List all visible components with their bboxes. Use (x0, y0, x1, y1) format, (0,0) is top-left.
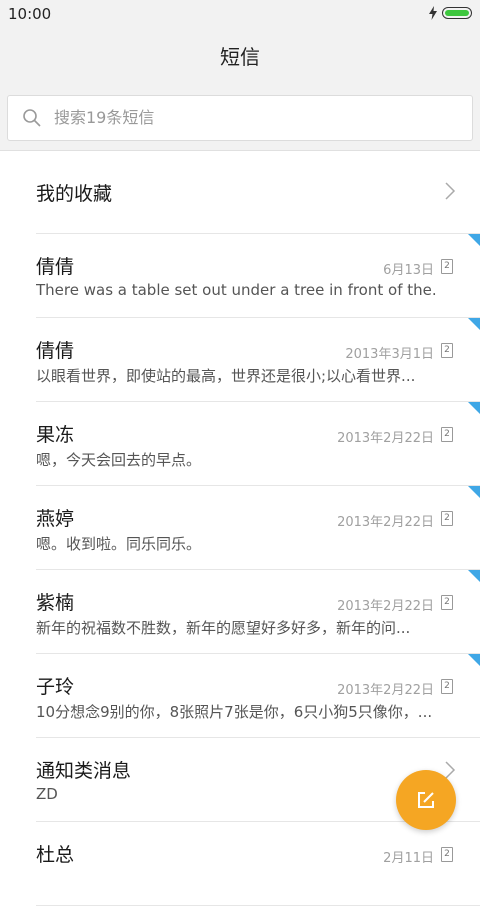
unread-indicator (468, 318, 480, 330)
message-sender: 燕婷 (36, 508, 75, 530)
message-row[interactable]: 紫楠 2013年2月22日 2 新年的祝福数不胜数，新年的愿望好多好多，新年的问… (36, 570, 480, 654)
message-date: 2月11日 (383, 851, 434, 866)
message-row[interactable]: 倩倩 2013年3月1日 2 以眼看世界，即使站的最高，世界还是很小;以心看世界… (36, 318, 480, 402)
message-sender: 通知类消息 (36, 760, 132, 782)
header: 短信 (0, 28, 480, 86)
message-sender: 紫楠 (36, 592, 75, 614)
sim-card-icon: 2 (441, 427, 453, 442)
message-date: 2013年2月22日 (337, 515, 434, 530)
sim-card-icon: 2 (441, 847, 453, 862)
search-icon (23, 109, 41, 127)
message-preview: ZD (36, 785, 58, 803)
message-date: 2013年2月22日 (337, 431, 434, 446)
search-input[interactable]: 搜索19条短信 (54, 96, 154, 140)
message-preview: 嗯。收到啦。同乐同乐。 (36, 535, 202, 553)
message-date: 2013年2月22日 (337, 599, 434, 614)
unread-indicator (468, 654, 480, 666)
favorites-row[interactable]: 我的收藏 (36, 151, 480, 234)
message-row[interactable]: 倩倩 6月13日 2 There was a table set out und… (36, 234, 480, 318)
unread-indicator (468, 234, 480, 246)
message-row[interactable]: 燕婷 2013年2月22日 2 嗯。收到啦。同乐同乐。 (36, 486, 480, 570)
status-time: 10:00 (8, 5, 52, 23)
message-row[interactable]: 果冻 2013年2月22日 2 嗯，今天会回去的早点。 (36, 402, 480, 486)
favorites-label: 我的收藏 (36, 183, 113, 205)
sim-card-icon: 2 (441, 679, 453, 694)
message-sender: 果冻 (36, 424, 75, 446)
message-sender: 倩倩 (36, 256, 75, 278)
message-sender: 倩倩 (36, 340, 75, 362)
message-row[interactable]: 杜总 2月11日 2 (36, 822, 480, 906)
sim-card-icon: 2 (441, 595, 453, 610)
message-sender: 子玲 (36, 676, 75, 698)
search-area: 搜索19条短信 (0, 86, 480, 151)
message-date: 2013年3月1日 (345, 347, 434, 362)
compose-button[interactable] (396, 770, 456, 830)
battery-icon (442, 7, 472, 19)
status-bar: 10:00 (0, 0, 480, 28)
message-date: 6月13日 (383, 263, 434, 278)
bolt-icon (429, 6, 437, 20)
message-preview: 以眼看世界，即使站的最高，世界还是很小;以心看世界... (36, 367, 416, 385)
compose-icon (418, 792, 434, 808)
chevron-right-icon (445, 182, 456, 200)
status-icons (428, 6, 472, 20)
message-preview: 新年的祝福数不胜数，新年的愿望好多好多，新年的问... (36, 619, 411, 637)
page-title: 短信 (220, 45, 260, 69)
message-preview: 10分想念9别的你，8张照片7张是你，6只小狗5只像你，... (36, 703, 433, 721)
message-row[interactable]: 子玲 2013年2月22日 2 10分想念9别的你，8张照片7张是你，6只小狗5… (36, 654, 480, 738)
sim-card-icon: 2 (441, 511, 453, 526)
search-box[interactable]: 搜索19条短信 (7, 95, 473, 141)
unread-indicator (468, 486, 480, 498)
sim-card-icon: 2 (441, 343, 453, 358)
message-preview: There was a table set out under a tree i… (36, 281, 436, 299)
message-sender: 杜总 (36, 844, 75, 866)
sim-card-icon: 2 (441, 259, 453, 274)
message-date: 2013年2月22日 (337, 683, 434, 698)
unread-indicator (468, 570, 480, 582)
message-preview: 嗯，今天会回去的早点。 (36, 451, 202, 469)
unread-indicator (468, 402, 480, 414)
